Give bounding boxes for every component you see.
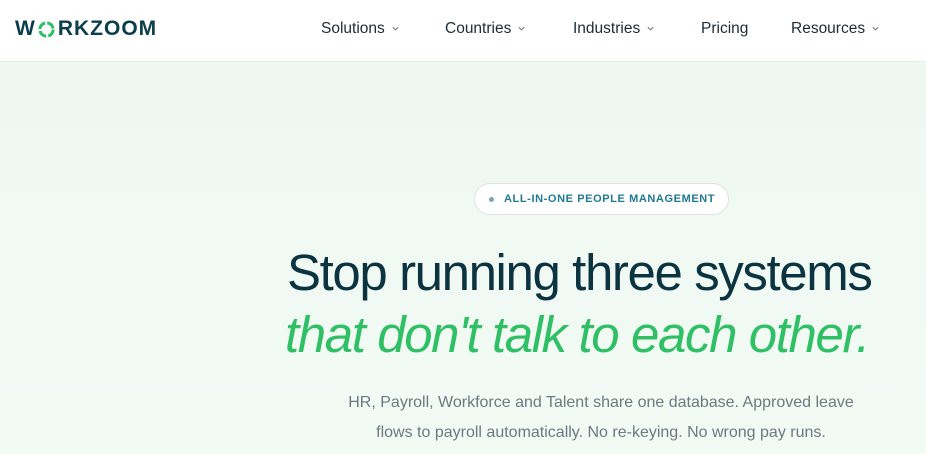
logo-text-start: W	[15, 17, 36, 40]
hero-subtext: HR, Payroll, Workforce and Talent share …	[290, 388, 912, 448]
ring-icon	[37, 20, 56, 39]
hero-headline-accent: that don't talk to each other.	[285, 306, 870, 363]
hero-badge: ALL-IN-ONE PEOPLE MANAGEMENT	[474, 183, 729, 215]
nav-item-countries[interactable]: Countries	[445, 20, 526, 38]
badge-label: ALL-IN-ONE PEOPLE MANAGEMENT	[504, 193, 716, 205]
nav-label: Pricing	[701, 20, 749, 37]
logo-text-end: RKZOOM	[57, 17, 158, 40]
nav-item-solutions[interactable]: Solutions	[321, 20, 400, 38]
nav-label: Solutions	[321, 20, 385, 37]
nav-item-industries[interactable]: Industries	[573, 20, 655, 38]
badge-dot-icon	[489, 196, 494, 202]
site-header: W RKZOOM Solutions Countries Industries	[0, 0, 926, 62]
nav-label: Industries	[573, 20, 641, 37]
nav-label: Resources	[791, 20, 866, 37]
chevron-down-icon	[646, 24, 655, 33]
workzoom-logo[interactable]: W RKZOOM	[15, 17, 157, 41]
chevron-down-icon	[871, 24, 880, 33]
hero-headline: Stop running three systems	[287, 244, 873, 301]
nav-item-pricing[interactable]: Pricing	[701, 20, 748, 38]
chevron-down-icon	[391, 24, 400, 33]
nav-label: Countries	[445, 20, 512, 37]
hero-subtext-line: HR, Payroll, Workforce and Talent share …	[348, 394, 854, 411]
chevron-down-icon	[517, 24, 526, 33]
hero-subtext-line: flows to payroll automatically. No re-ke…	[376, 424, 826, 441]
nav-item-resources[interactable]: Resources	[791, 20, 880, 38]
